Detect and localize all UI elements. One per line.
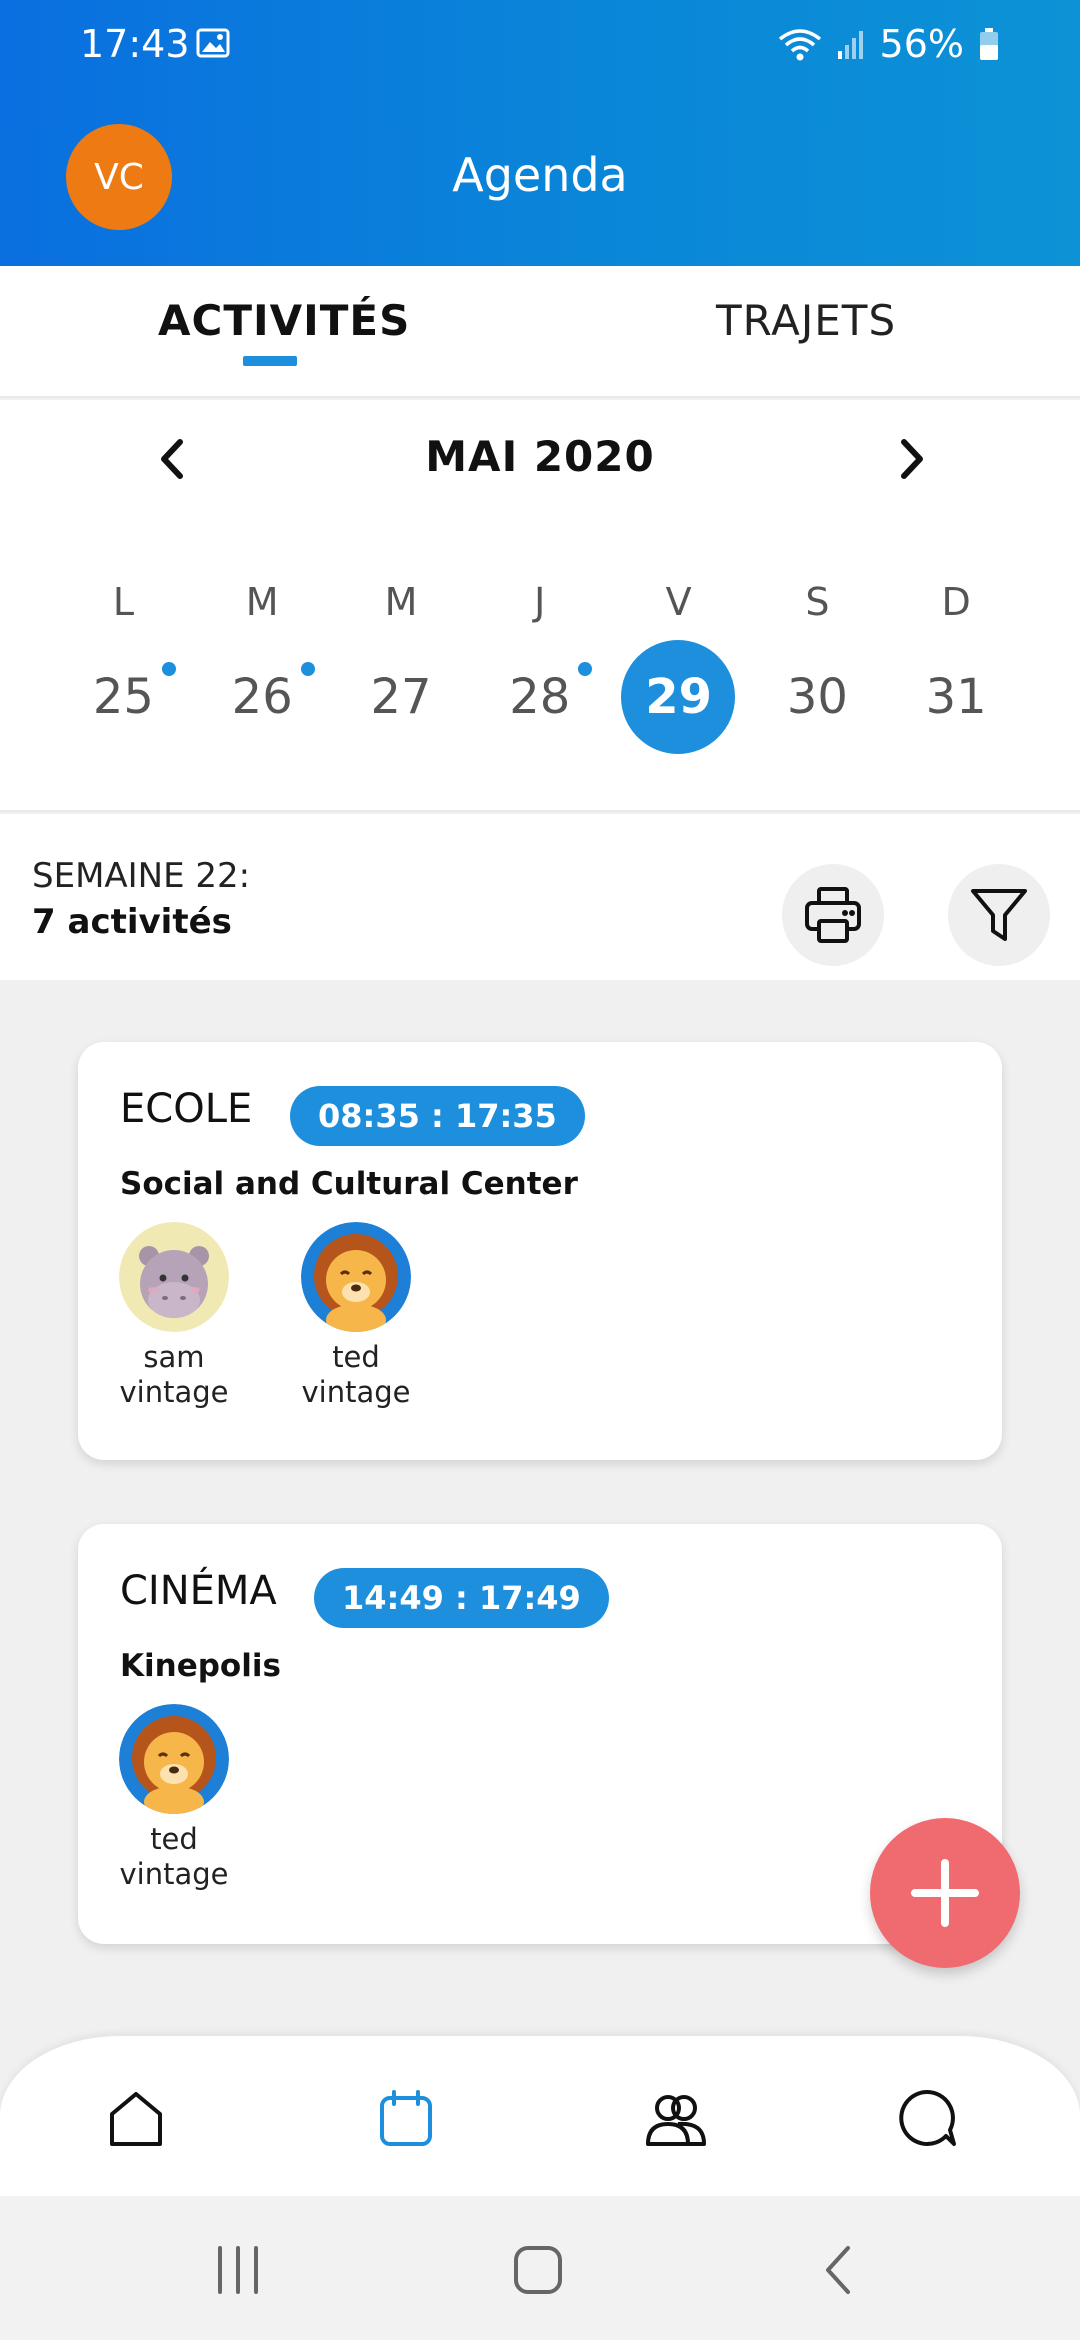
tab-activites[interactable]: ACTIVITÉS [158, 296, 410, 345]
event-dot [161, 662, 176, 676]
signal-icon [837, 31, 863, 59]
lion-avatar [119, 1704, 229, 1814]
activity-title: CINÉMA [120, 1568, 277, 1614]
date-cell[interactable]: 31 [887, 640, 1026, 754]
battery-icon [980, 28, 998, 60]
filter-button[interactable] [948, 864, 1050, 966]
date-number: 26 [232, 640, 315, 754]
time-badge: 08:35 : 17:35 [290, 1086, 585, 1146]
plus-icon [911, 1859, 979, 1927]
weekday-label: D [941, 580, 971, 624]
date-number: 28 [509, 640, 593, 754]
home-icon[interactable] [104, 2086, 168, 2150]
week-summary: SEMAINE 22: 7 activités [0, 814, 1080, 980]
participant-surname: vintage [301, 1375, 411, 1409]
participant-surname: vintage [119, 1375, 229, 1409]
date-cell[interactable]: 28 [470, 640, 609, 754]
bottom-navigation [0, 2036, 1080, 2196]
date-number: 30 [786, 669, 848, 725]
active-tab-indicator [243, 356, 297, 366]
hippo-avatar [119, 1222, 229, 1332]
weekday-label: L [112, 580, 134, 624]
recent-apps-icon[interactable] [208, 2240, 268, 2300]
chat-icon[interactable] [896, 2086, 960, 2150]
printer-icon [805, 887, 861, 943]
weekday-label: V [665, 580, 692, 624]
date-cell-selected[interactable]: 29 [609, 640, 748, 754]
system-home-icon[interactable] [508, 2240, 568, 2300]
date-number: 27 [370, 669, 432, 725]
activity-location: Social and Cultural Center [120, 1166, 578, 1202]
activity-location: Kinepolis [120, 1648, 281, 1684]
system-navigation-bar [0, 2196, 1080, 2340]
activity-card[interactable]: CINÉMA 14:49 : 17:49 Kinepolis ted vinta… [78, 1524, 1002, 1944]
event-dot [300, 662, 315, 676]
add-activity-button[interactable] [870, 1818, 1020, 1968]
status-bar: 17:43 56% [0, 0, 1080, 90]
print-button[interactable] [782, 864, 884, 966]
filter-icon [971, 889, 1027, 941]
battery-percent: 56% [879, 22, 964, 66]
participant-surname: vintage [119, 1857, 229, 1891]
activity-card[interactable]: ECOLE 08:35 : 17:35 Social and Cultural … [78, 1042, 1002, 1460]
weekday-row: L M M J V S D [54, 580, 1026, 624]
weekday-label: M [384, 580, 418, 624]
activity-count: 7 activités [32, 902, 232, 942]
date-cell[interactable]: 26 [193, 640, 332, 754]
wifi-icon [778, 29, 821, 61]
lion-avatar [301, 1222, 411, 1332]
participant-name: ted [150, 1822, 198, 1856]
date-cell[interactable]: 27 [332, 640, 471, 754]
chevron-right-icon[interactable] [886, 434, 936, 484]
page-title: Agenda [452, 148, 628, 202]
participant-name: sam [143, 1340, 205, 1374]
participant[interactable]: sam vintage [104, 1222, 244, 1410]
week-calendar: MAI 2020 L M M J V S D 25 26 27 28 29 30 [0, 400, 1080, 812]
date-number: 25 [93, 640, 176, 754]
date-number: 31 [925, 669, 987, 725]
date-row: 25 26 27 28 29 30 31 [54, 640, 1026, 754]
status-time: 17:43 [80, 22, 190, 66]
time-badge: 14:49 : 17:49 [314, 1568, 609, 1628]
image-notification-icon [196, 28, 230, 58]
event-dot [578, 662, 593, 676]
tab-bar: ACTIVITÉS TRAJETS [0, 266, 1080, 398]
participant[interactable]: ted vintage [286, 1222, 426, 1410]
group-icon[interactable] [644, 2086, 708, 2150]
activity-title: ECOLE [120, 1086, 253, 1132]
date-cell[interactable]: 25 [54, 640, 193, 754]
weekday-label: M [245, 580, 279, 624]
participant-name: ted [332, 1340, 380, 1374]
date-cell[interactable]: 30 [748, 640, 887, 754]
calendar-icon[interactable] [374, 2086, 438, 2150]
weekday-label: S [805, 580, 830, 624]
app-header: 17:43 56% VC Agenda [0, 0, 1080, 266]
week-label: SEMAINE 22: [32, 856, 251, 896]
weekday-label: J [534, 580, 546, 624]
tab-trajets[interactable]: TRAJETS [716, 296, 896, 345]
back-icon[interactable] [810, 2240, 870, 2300]
date-number: 29 [645, 669, 712, 725]
participant[interactable]: ted vintage [104, 1704, 244, 1892]
